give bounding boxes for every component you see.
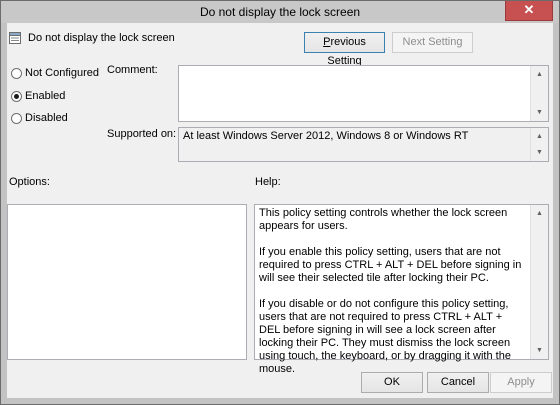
radio-disabled[interactable] — [11, 113, 22, 124]
radio-selected-dot — [14, 94, 19, 99]
options-panel[interactable] — [7, 204, 247, 360]
scroll-down-arrow[interactable]: ▼ — [531, 144, 548, 161]
close-icon: ✕ — [523, 2, 535, 17]
radio-not-configured-label[interactable]: Not Configured — [25, 67, 99, 79]
title-bar[interactable]: Do not display the lock screen ✕ — [1, 1, 559, 23]
scroll-up-arrow[interactable]: ▲ — [531, 128, 548, 145]
radio-disabled-label[interactable]: Disabled — [25, 112, 68, 124]
scroll-down-arrow[interactable]: ▼ — [531, 104, 548, 121]
previous-setting-label: revious Setting — [327, 36, 366, 67]
comment-label: Comment: — [107, 64, 158, 76]
options-label: Options: — [9, 176, 50, 188]
policy-dialog-window: Do not display the lock screen ✕ Do not … — [0, 0, 560, 405]
previous-setting-button[interactable]: Previous Setting — [304, 32, 385, 67]
help-paragraph: If you disable or do not configure this … — [259, 298, 511, 375]
radio-enabled-label[interactable]: Enabled — [25, 90, 65, 102]
help-text: This policy setting controls whether the… — [259, 207, 526, 389]
help-label: Help: — [255, 176, 281, 188]
comment-field[interactable]: ▲ ▼ — [178, 65, 549, 122]
window-title: Do not display the lock screen — [199, 5, 361, 19]
policy-name: Do not display the lock screen — [28, 32, 175, 44]
supported-on-label: Supported on: — [107, 128, 177, 140]
close-button[interactable]: ✕ — [505, 1, 553, 21]
policy-setting-icon — [9, 32, 21, 44]
cancel-button[interactable]: Cancel — [427, 372, 489, 393]
supported-on-value: At least Windows Server 2012, Windows 8 … — [183, 130, 469, 142]
scroll-up-arrow[interactable]: ▲ — [531, 205, 548, 222]
next-setting-button[interactable]: Next Setting — [392, 32, 473, 53]
dialog-client-area: Do not display the lock screen Previous … — [7, 23, 553, 398]
scroll-down-arrow[interactable]: ▼ — [531, 342, 548, 359]
help-paragraph: If you enable this policy setting, users… — [259, 246, 522, 284]
radio-not-configured[interactable] — [11, 68, 22, 79]
help-panel[interactable]: This policy setting controls whether the… — [254, 204, 549, 375]
ok-button[interactable]: OK — [361, 372, 423, 393]
radio-enabled[interactable] — [11, 91, 22, 102]
apply-button[interactable]: Apply — [490, 372, 552, 393]
supported-scrollbar[interactable]: ▲ ▼ — [530, 128, 548, 161]
supported-on-field: At least Windows Server 2012, Windows 8 … — [178, 127, 549, 162]
help-paragraph: This policy setting controls whether the… — [259, 207, 508, 232]
comment-scrollbar[interactable]: ▲ ▼ — [530, 66, 548, 121]
scroll-up-arrow[interactable]: ▲ — [531, 66, 548, 83]
help-scrollbar[interactable]: ▲ ▼ — [530, 205, 548, 359]
